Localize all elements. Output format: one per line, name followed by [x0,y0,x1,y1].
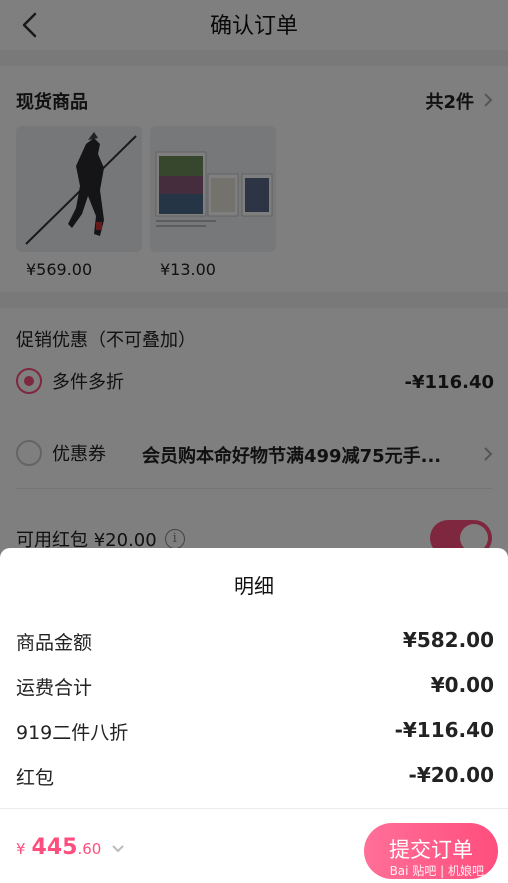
detail-row-label: 运费合计 [16,677,93,699]
detail-row-label: 红包 [16,767,55,789]
total-currency: ¥ [16,840,26,858]
sheet-title: 明细 [234,574,274,598]
detail-row: 商品金额 ¥582.00 [16,628,494,655]
detail-row-value: -¥116.40 [394,718,494,742]
detail-row: 红包 -¥20.00 [16,763,494,790]
total-amount[interactable]: ¥ 445 .60 [16,835,125,860]
detail-sheet: 明细 商品金额 ¥582.00 运费合计 ¥0.00 919二件八折 -¥116… [0,548,508,883]
detail-row-value: ¥0.00 [430,673,494,697]
detail-row: 919二件八折 -¥116.40 [16,718,494,745]
detail-row-value: ¥582.00 [402,628,494,652]
checkout-bar: ¥ 445 .60 提交订单 Bai 贴吧 | 机娘吧 [0,809,508,883]
watermark: Bai 贴吧 | 机娘吧 [389,864,484,878]
detail-row: 运费合计 ¥0.00 [16,673,494,700]
total-decimal: .60 [77,840,102,858]
total-integer: 445 [31,835,78,860]
detail-row-value: -¥20.00 [408,763,494,787]
chevron-down-icon[interactable] [111,844,125,854]
detail-row-label: 919二件八折 [16,722,129,744]
detail-row-label: 商品金额 [16,632,93,654]
